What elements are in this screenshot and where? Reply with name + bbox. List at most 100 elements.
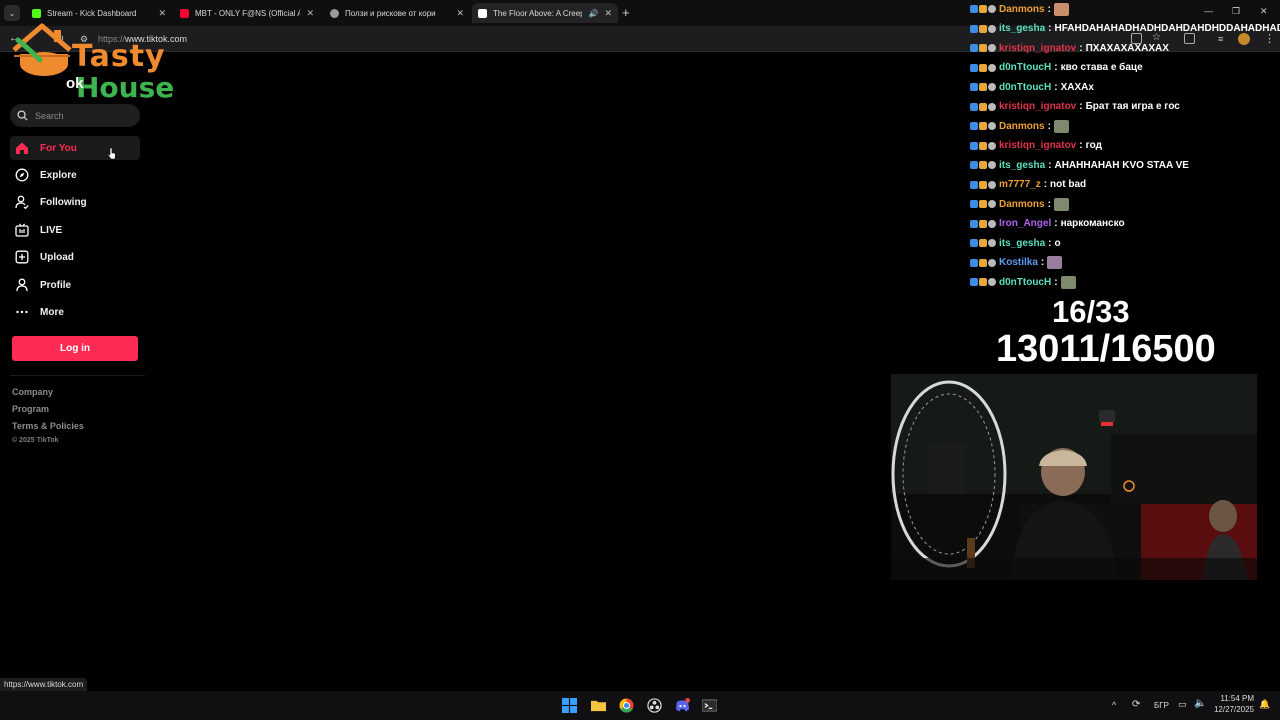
obs-icon[interactable] (647, 698, 662, 713)
profile-icon (16, 278, 28, 292)
user-badge-icon (988, 278, 996, 286)
footer-link-terms[interactable]: Terms & Policies (12, 421, 84, 431)
tiktok-wordmark[interactable]: ok (66, 75, 84, 92)
user-badge-icon (988, 258, 996, 267)
chat-separator: : (1047, 3, 1051, 15)
chat-username[interactable]: kristiqn_ignatov (999, 43, 1076, 54)
tab-tiktok[interactable]: The Floor Above: A Creepy 🔊 ✕ (472, 3, 618, 23)
tab-title: Ползи и рискове от кори (345, 8, 436, 18)
close-icon[interactable]: ✕ (306, 8, 314, 19)
chat-badges (970, 200, 996, 208)
user-badge-icon (988, 161, 996, 169)
minimize-button[interactable]: — (1204, 6, 1213, 16)
restore-button[interactable]: ❐ (1232, 6, 1240, 17)
user-badge-icon (979, 44, 987, 52)
sidebar-item-profile[interactable]: Profile (10, 273, 140, 297)
discord-icon[interactable] (675, 698, 690, 713)
chat-message-text: HFAHDAHAHADHADHDAHDAHDHDDAHADHADH (1054, 23, 1280, 34)
chat-badges (970, 239, 996, 247)
chat-username[interactable]: m7777_z (999, 179, 1041, 190)
chrome-icon[interactable] (619, 698, 634, 713)
user-badge-icon (979, 63, 987, 72)
new-tab-button[interactable]: + (622, 5, 630, 20)
chat-message-text: кво става е баце (1060, 62, 1143, 73)
tab-youtube[interactable]: MBT - ONLY F@NS (Official Au ✕ (174, 3, 320, 23)
chat-message: Danmons: (970, 117, 1069, 135)
sync-icon[interactable]: ⟳ (1132, 699, 1140, 710)
chat-message: its_gesha: АНАННАНАН KVO STAA VE (970, 156, 1189, 174)
chat-separator: : (1047, 198, 1051, 210)
chat-username[interactable]: its_gesha (999, 160, 1045, 171)
close-icon[interactable]: ✕ (604, 8, 612, 19)
footer-link-company[interactable]: Company (12, 387, 53, 397)
sidebar-item-label: Profile (40, 279, 72, 291)
chat-message-text: not bad (1050, 179, 1087, 190)
chat-username[interactable]: Danmons (999, 121, 1045, 132)
language-indicator[interactable]: БГР (1154, 701, 1169, 710)
speaker-icon[interactable]: 🔊 (588, 9, 598, 18)
chat-message-text: ХАХАх (1060, 81, 1094, 93)
chat-message-text: Брат тая игра е гос (1085, 101, 1180, 112)
chat-username[interactable]: d0nTtoucH (999, 82, 1051, 93)
chat-separator: : (1079, 101, 1083, 112)
user-badge-icon (970, 5, 978, 13)
sidebar-item-live[interactable]: LIVE (10, 218, 140, 242)
chat-username[interactable]: Danmons (999, 4, 1045, 15)
windows-start-icon[interactable] (562, 698, 577, 713)
user-badge-icon (979, 5, 987, 13)
chat-separator: : (1043, 179, 1048, 190)
search-input[interactable]: Search (10, 104, 140, 127)
chat-username[interactable]: d0nTtoucH (999, 277, 1051, 288)
network-icon[interactable]: ▭ (1178, 699, 1187, 710)
chat-username[interactable]: Iron_Angel (999, 218, 1051, 229)
user-badge-icon (970, 219, 978, 228)
user-badge-icon (979, 239, 987, 247)
clock-date[interactable]: 12/27/2025 (1208, 705, 1254, 714)
tab-title: The Floor Above: A Creepy (493, 8, 583, 18)
sidebar-item-explore[interactable]: Explore (10, 163, 140, 187)
sidebar-item-following[interactable]: Following (10, 190, 140, 214)
following-icon (15, 195, 29, 209)
chat-username[interactable]: Danmons (999, 199, 1045, 210)
chat-username[interactable]: kristiqn_ignatov (999, 101, 1076, 112)
user-badge-icon (988, 5, 996, 13)
chat-message: m7777_z: not bad (970, 176, 1086, 194)
user-badge-icon (979, 161, 987, 169)
user-badge-icon (979, 219, 987, 228)
more-icon (16, 310, 28, 314)
close-icon[interactable]: ✕ (456, 8, 464, 19)
user-badge-icon (988, 180, 996, 189)
sidebar-item-for-you[interactable]: For You (10, 136, 140, 160)
sidebar-item-label: More (40, 306, 64, 318)
chat-badges (970, 24, 996, 33)
chat-badges (970, 180, 996, 189)
clock-time[interactable]: 11:54 PM (1212, 694, 1254, 703)
login-button[interactable]: Log in (12, 336, 138, 361)
footer-link-program[interactable]: Program (12, 404, 49, 414)
chat-separator: : (1054, 62, 1058, 73)
chat-message: Danmons: (970, 0, 1069, 18)
chat-username[interactable]: its_gesha (999, 238, 1045, 249)
chat-username[interactable]: d0nTtoucH (999, 62, 1051, 73)
chat-username[interactable]: its_gesha (999, 23, 1045, 34)
logo-text-house: House (76, 71, 175, 104)
chat-username[interactable]: kristiqn_ignatov (999, 140, 1076, 151)
volume-icon[interactable]: 🔈 (1194, 698, 1206, 709)
user-badge-icon (970, 239, 978, 247)
chat-badges (970, 44, 996, 52)
chat-badges (970, 141, 996, 150)
sidebar-item-upload[interactable]: Upload (10, 245, 140, 269)
chat-username[interactable]: Kostilka (999, 257, 1038, 268)
user-badge-icon (970, 102, 978, 111)
chevron-up-icon[interactable]: ^ (1112, 700, 1116, 710)
close-window-button[interactable]: ✕ (1260, 6, 1268, 17)
file-explorer-icon[interactable] (591, 698, 606, 713)
user-badge-icon (988, 122, 996, 130)
chat-separator: : (1047, 120, 1051, 132)
tab-search-results[interactable]: Ползи и рискове от кори ✕ (324, 3, 470, 23)
user-badge-icon (988, 219, 996, 228)
terminal-icon[interactable] (702, 698, 717, 713)
sidebar-item-more[interactable]: More (10, 300, 140, 324)
notification-bell-icon[interactable]: 🔔 (1259, 699, 1270, 710)
sidebar-item-label: LIVE (40, 224, 63, 236)
